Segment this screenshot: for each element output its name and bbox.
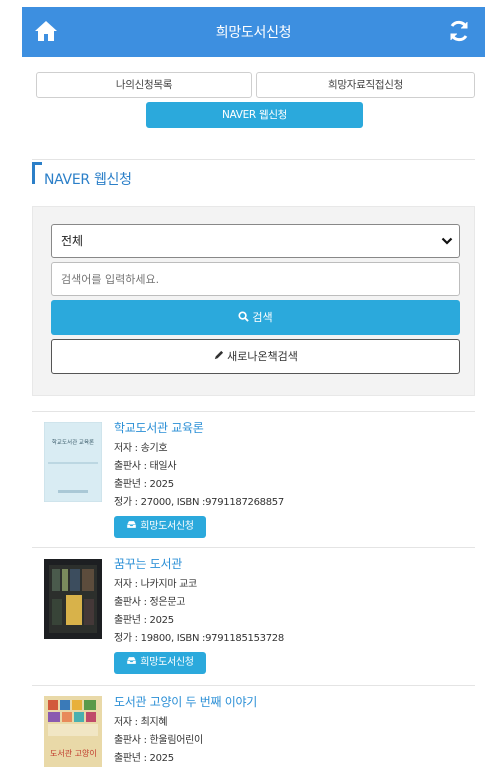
- page-body: 나의신청목록 희망자료직접신청 NAVER 웹신청 NAVER 웹신청 전체 검…: [22, 57, 485, 767]
- book-author: 저자 : 송기호: [114, 443, 168, 454]
- search-panel: 전체 검색 새로나온책검색: [32, 206, 475, 396]
- book-info: 학교도서관 교육론 저자 : 송기호 출판사 : 태일사 출판년 : 2025 …: [114, 420, 284, 538]
- search-button-label: 검색: [252, 311, 273, 324]
- book-cover-text: 학교도서관 교육론: [52, 438, 94, 446]
- search-type-select[interactable]: 전체: [51, 224, 460, 258]
- search-button[interactable]: 검색: [51, 300, 460, 335]
- section-divider: [32, 159, 475, 160]
- book-item: 꿈꾸는 도서관 저자 : 나카지마 교코 출판사 : 정은문고 출판년 : 20…: [32, 548, 475, 685]
- book-cover[interactable]: 도서관 고양이: [44, 696, 102, 767]
- book-cover[interactable]: 학교도서관 교육론: [44, 422, 102, 502]
- book-year: 출판년 : 2025: [114, 479, 174, 490]
- new-books-search-label: 새로나온책검색: [227, 350, 298, 363]
- book-item: 도서관 고양이 도서관 고양이 두 번째 이야기 저자 : 최지혜 출판사 : …: [32, 686, 475, 767]
- book-item: 학교도서관 교육론 학교도서관 교육론 저자 : 송기호 출판사 : 태일사 출…: [32, 412, 475, 547]
- pencil-icon: [214, 350, 224, 360]
- apply-button[interactable]: 희망도서신청: [114, 652, 206, 674]
- page-title: 희망도서신청: [215, 25, 292, 41]
- book-info: 꿈꾸는 도서관 저자 : 나카지마 교코 출판사 : 정은문고 출판년 : 20…: [114, 556, 284, 674]
- book-year: 출판년 : 2025: [114, 753, 174, 764]
- tab-naver-request[interactable]: NAVER 웹신청: [146, 102, 363, 128]
- book-price-isbn: 정가 : 27000, ISBN :9791187268857: [114, 497, 284, 508]
- book-title[interactable]: 도서관 고양이 두 번째 이야기: [114, 694, 257, 710]
- search-icon: [238, 311, 250, 322]
- search-input[interactable]: [51, 262, 460, 296]
- refresh-icon[interactable]: [447, 19, 471, 43]
- book-cover[interactable]: [44, 559, 102, 639]
- apply-button[interactable]: 희망도서신청: [114, 516, 206, 538]
- book-author: 저자 : 최지혜: [114, 717, 168, 728]
- book-title[interactable]: 꿈꾸는 도서관: [114, 556, 284, 572]
- chevron-down-icon: [441, 237, 453, 245]
- book-publisher: 출판사 : 태일사: [114, 461, 177, 472]
- book-title[interactable]: 학교도서관 교육론: [114, 420, 284, 436]
- inbox-icon: [126, 656, 137, 665]
- search-type-value: 전체: [61, 234, 84, 248]
- book-info: 도서관 고양이 두 번째 이야기 저자 : 최지혜 출판사 : 한울림어린이 출…: [114, 694, 257, 767]
- book-publisher: 출판사 : 한울림어린이: [114, 735, 203, 746]
- book-publisher: 출판사 : 정은문고: [114, 597, 186, 608]
- book-author: 저자 : 나카지마 교코: [114, 579, 197, 590]
- book-price-isbn: 정가 : 19800, ISBN :9791185153728: [114, 633, 284, 644]
- book-cover-text: 도서관 고양이: [50, 748, 97, 758]
- new-books-search-button[interactable]: 새로나온책검색: [51, 339, 460, 374]
- inbox-icon: [126, 520, 137, 529]
- apply-button-label: 희망도서신청: [140, 521, 194, 532]
- tab-my-requests[interactable]: 나의신청목록: [36, 72, 252, 98]
- section-corner-mark: [32, 162, 42, 184]
- apply-button-label: 희망도서신청: [140, 657, 194, 668]
- book-year: 출판년 : 2025: [114, 615, 174, 626]
- tab-direct-request[interactable]: 희망자료직접신청: [256, 72, 475, 98]
- app-header: 희망도서신청: [22, 7, 485, 57]
- section-title-text: NAVER 웹신청: [44, 172, 132, 188]
